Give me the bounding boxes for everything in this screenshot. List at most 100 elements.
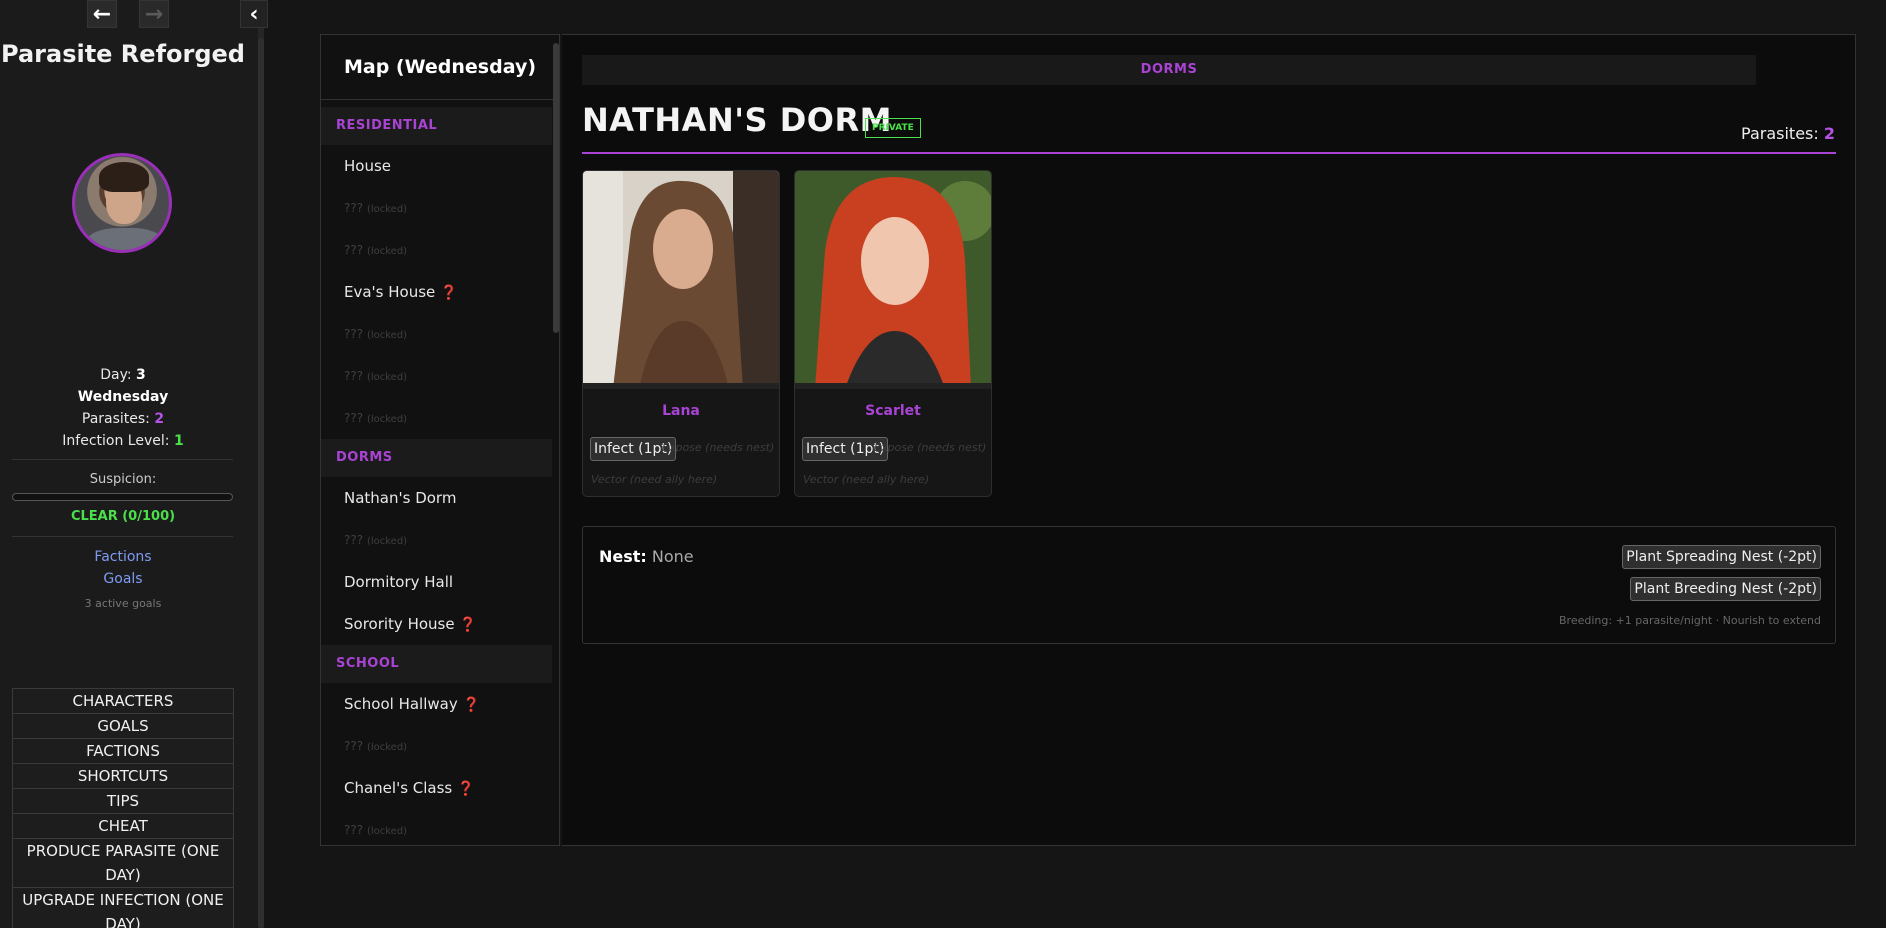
map-location-locked-note: (locked) <box>366 536 408 547</box>
map-location-locked-note: (locked) <box>366 414 408 425</box>
map-location-list: RESIDENTIAL House??? (locked)??? (locked)… <box>321 107 552 845</box>
collapse-sidebar-icon[interactable]: ‹ <box>240 0 268 28</box>
map-location[interactable]: Dormitory Hall <box>321 561 552 603</box>
nest-hint: Breeding: +1 parasite/night · Nourish to… <box>1559 614 1821 627</box>
location-parasites-value: 2 <box>1823 124 1835 143</box>
location-title: NATHAN'S DORM <box>582 101 892 139</box>
map-category-header: RESIDENTIAL <box>321 107 552 145</box>
map-title: Map (Wednesday) <box>321 35 559 100</box>
map-location[interactable]: Nathan's Dorm <box>321 477 552 519</box>
map-location-label: School Hallway <box>344 695 458 713</box>
nest-panel: Nest: None Plant Spreading Nest (-2pt) P… <box>582 526 1836 644</box>
nest-value: None <box>651 547 694 566</box>
parasites-label: Parasites: <box>81 411 150 427</box>
map-category-header: SCHOOL <box>321 645 552 683</box>
menu-button-upgrade-infection-one-day[interactable]: UPGRADE INFECTION (ONE DAY) <box>12 888 234 928</box>
map-location-label: ??? <box>344 201 364 215</box>
map-location-label: Eva's House <box>344 283 436 301</box>
menu-button-goals[interactable]: GOALS <box>12 714 234 739</box>
factions-link[interactable]: Factions <box>0 549 246 565</box>
parasites-value: 2 <box>154 411 165 427</box>
map-location-label: ??? <box>344 243 364 257</box>
location-panel: DORMS NATHAN'S DORM PRIVATE Parasites: 2… <box>562 34 1856 846</box>
character-name[interactable]: Lana <box>583 403 779 419</box>
expose-disabled: Expose (needs nest) <box>874 441 987 454</box>
suspicion-status: CLEAR (0/100) <box>70 509 176 524</box>
sidebar-menu: CHARACTERS GOALS FACTIONS SHORTCUTS TIPS CHEA… <box>12 688 234 928</box>
map-location-label: Nathan's Dorm <box>344 489 457 507</box>
map-location-locked-note: (locked) <box>366 742 408 753</box>
day-label: Day: <box>100 367 132 383</box>
map-location-locked-note: (locked) <box>366 826 408 837</box>
expose-disabled: Expose (needs nest) <box>662 441 775 454</box>
map-location[interactable]: House <box>321 145 552 187</box>
sidebar-scrollbar[interactable] <box>258 28 264 928</box>
map-category-header: DORMS <box>321 439 552 477</box>
private-badge: PRIVATE <box>865 118 921 138</box>
map-location[interactable]: Chanel's Class ❓ <box>321 767 552 809</box>
infection-value: 1 <box>173 433 184 449</box>
nest-status: Nest: None <box>599 547 694 566</box>
map-location-locked: ??? (locked) <box>321 397 552 439</box>
character-name[interactable]: Scarlet <box>795 403 991 419</box>
back-arrow-icon[interactable]: ← <box>87 0 117 28</box>
map-location-label: ??? <box>344 823 364 837</box>
location-parasites: Parasites: 2 <box>1741 124 1835 143</box>
menu-button-shortcuts[interactable]: SHORTCUTS <box>12 764 234 789</box>
title-underline <box>582 152 1836 154</box>
suspicion-bar <box>12 493 233 501</box>
quest-marker-icon: ❓ <box>459 617 477 633</box>
nest-label: Nest: <box>599 547 647 566</box>
map-scrollbar[interactable] <box>552 43 559 839</box>
divider <box>12 536 233 537</box>
menu-button-factions[interactable]: FACTIONS <box>12 739 234 764</box>
infection-label: Infection Level: <box>62 433 170 449</box>
quest-marker-icon: ❓ <box>457 781 475 797</box>
map-location[interactable]: School Hallway ❓ <box>321 683 552 725</box>
character-portrait <box>583 171 779 389</box>
day-stat: Day: 3 <box>0 367 246 383</box>
parasites-stat: Parasites: 2 <box>0 411 246 427</box>
map-location-label: ??? <box>344 327 364 341</box>
map-location-locked: ??? (locked) <box>321 355 552 397</box>
plant-spreading-nest-button[interactable]: Plant Spreading Nest (-2pt) <box>1622 545 1821 569</box>
map-location-locked-note: (locked) <box>366 246 408 257</box>
goals-link[interactable]: Goals <box>0 571 246 587</box>
forward-arrow-icon[interactable]: → <box>139 0 169 28</box>
map-location-label: ??? <box>344 411 364 425</box>
region-header: DORMS <box>582 55 1756 85</box>
map-location[interactable]: Sorority House ❓ <box>321 603 552 645</box>
map-location-label: Chanel's Class <box>344 779 453 797</box>
character-card[interactable]: Scarlet Infect (1pt) Expose (needs nest)… <box>794 170 992 497</box>
player-avatar <box>72 153 172 253</box>
divider <box>12 459 233 460</box>
menu-button-produce-parasite-one-day[interactable]: PRODUCE PARASITE (ONE DAY) <box>12 839 234 888</box>
map-location-locked-note: (locked) <box>366 372 408 383</box>
character-card[interactable]: Lana Infect (1pt) Expose (needs nest) Ve… <box>582 170 780 497</box>
location-parasites-label: Parasites: <box>1741 124 1819 143</box>
plant-breeding-nest-button[interactable]: Plant Breeding Nest (-2pt) <box>1630 577 1821 601</box>
map-location-label: ??? <box>344 369 364 383</box>
character-portrait <box>795 171 991 389</box>
map-location-locked: ??? (locked) <box>321 187 552 229</box>
menu-button-characters[interactable]: CHARACTERS <box>12 688 234 714</box>
story-title: Parasite Reforged <box>1 40 245 68</box>
map-location-locked: ??? (locked) <box>321 519 552 561</box>
map-location-locked: ??? (locked) <box>321 725 552 767</box>
menu-button-cheat[interactable]: CHEAT <box>12 814 234 839</box>
quest-marker-icon: ❓ <box>440 285 458 301</box>
vector-disabled: Vector (need ally here) <box>803 473 930 486</box>
menu-button-tips[interactable]: TIPS <box>12 789 234 814</box>
map-location-locked: ??? (locked) <box>321 313 552 355</box>
map-location-locked-note: (locked) <box>366 204 408 215</box>
map-location-label: ??? <box>344 739 364 753</box>
vector-disabled: Vector (need ally here) <box>591 473 718 486</box>
map-location-label: ??? <box>344 533 364 547</box>
sidebar: ← → Parasite Reforged Day: 3 Wednesday P… <box>0 0 258 928</box>
infection-stat: Infection Level: 1 <box>0 433 246 449</box>
map-location-locked: ??? (locked) <box>321 229 552 271</box>
map-location-locked-note: (locked) <box>366 330 408 341</box>
map-location-label: Sorority House <box>344 615 455 633</box>
map-location[interactable]: Eva's House ❓ <box>321 271 552 313</box>
map-panel: Map (Wednesday) RESIDENTIAL House??? (loc… <box>320 34 560 846</box>
